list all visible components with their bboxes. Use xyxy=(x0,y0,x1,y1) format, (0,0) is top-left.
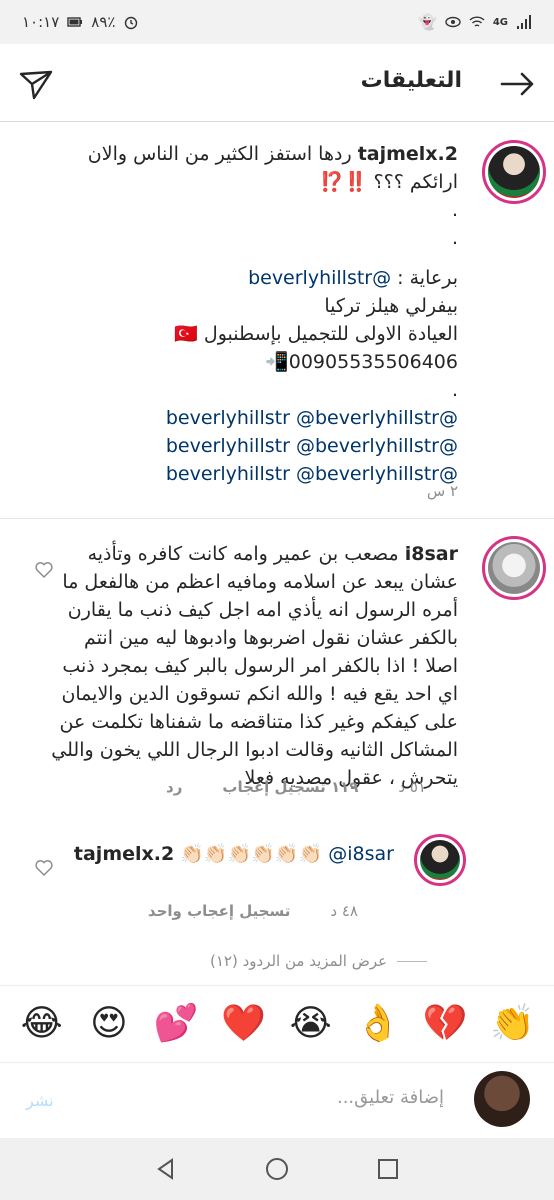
mention-row: @beverlyhillstr @beverlyhillstr xyxy=(18,460,458,488)
eye-icon xyxy=(445,16,461,28)
caption-username[interactable]: tajmelx.2 xyxy=(358,143,458,165)
like-heart-icon[interactable] xyxy=(34,560,54,580)
caption-text-line2: ارائكم ؟؟؟ ‼️⁉️ xyxy=(320,171,458,193)
more-replies-line xyxy=(397,960,428,962)
mention-link[interactable]: @beverlyhillstr xyxy=(296,463,439,485)
sponsor-mention[interactable]: @beverlyhillstr xyxy=(248,267,391,289)
caption-dot: . xyxy=(451,227,458,249)
nav-home-icon[interactable] xyxy=(264,1156,290,1182)
sponsor-line: برعاية : @beverlyhillstr xyxy=(18,264,458,292)
emoji-button-ok-hand[interactable]: 👌 xyxy=(350,1002,406,1044)
comment-input-bar: إضافة تعليق... نشر xyxy=(0,1062,554,1138)
status-bar: ١٠:١٧ ٨٩٪ 👻 4G xyxy=(0,0,554,44)
reply-username[interactable]: tajmelx.2 xyxy=(74,843,174,865)
signal-icon xyxy=(517,15,531,29)
sponsor-label: برعاية : xyxy=(397,267,458,289)
page-title: التعليقات xyxy=(360,68,462,93)
status-left: ١٠:١٧ ٨٩٪ xyxy=(22,13,139,31)
comment-text: i8sar مصعب بن عمير وامه كانت كافره وتأذي… xyxy=(48,540,458,792)
wifi-icon xyxy=(469,16,485,27)
phone-line: 00905535506406📲 xyxy=(265,351,458,373)
post-button[interactable]: نشر xyxy=(26,1091,54,1110)
emoji-quick-bar: 😂 😍 💕 ❤️ 😭 👌 💔 👏 xyxy=(0,985,554,1060)
emoji-button-two-hearts[interactable]: 💕 xyxy=(148,1002,204,1044)
mention-link[interactable]: @beverlyhillstr xyxy=(296,435,439,457)
more-replies-label: عرض المزيد من الردود (١٢) xyxy=(210,952,388,970)
brand-line: بيفرلي هيلز تركيا xyxy=(324,295,458,317)
battery-percent: ٨٩٪ xyxy=(91,13,116,31)
caption-text-line1: ردها استفز الكثير من الناس والان xyxy=(87,143,352,165)
reply-timestamp: ٤٨ د xyxy=(330,902,358,920)
system-nav-bar xyxy=(0,1138,554,1200)
reply-claps: 👏🏻👏🏻👏🏻👏🏻👏🏻👏🏻 xyxy=(180,843,323,865)
caption-meta: ٢ س xyxy=(427,482,458,500)
reply-button[interactable]: رد xyxy=(166,778,182,796)
like-heart-icon[interactable] xyxy=(34,858,54,878)
clinic-line: العيادة الاولى للتجميل بإسطنبول 🇹🇷 xyxy=(174,323,458,345)
reply-text: tajmelx.2 👏🏻👏🏻👏🏻👏🏻👏🏻👏🏻 @i8sar xyxy=(54,840,394,868)
comment-likes[interactable]: ١١٩ تسجيل إعجاب xyxy=(222,778,358,796)
mention-link[interactable]: @beverlyhillstr xyxy=(296,407,439,429)
comment-input[interactable]: إضافة تعليق... xyxy=(337,1087,444,1108)
emoji-button-heart-eyes[interactable]: 😍 xyxy=(81,1003,137,1044)
my-avatar xyxy=(474,1071,530,1127)
alarm-icon xyxy=(125,16,138,30)
nav-recents-icon[interactable] xyxy=(375,1156,401,1182)
comment-timestamp: ٥١ د xyxy=(398,778,426,796)
caption-dot: . xyxy=(451,199,458,221)
emoji-button-broken-heart[interactable]: 💔 xyxy=(417,1002,473,1044)
reply-meta: ٤٨ د تسجيل إعجاب واحد xyxy=(148,902,358,920)
status-right: 👻 4G xyxy=(418,13,532,31)
mention-row: @beverlyhillstr @beverlyhillstr xyxy=(18,404,458,432)
snapchat-icon: 👻 xyxy=(418,13,437,31)
view-more-replies[interactable]: عرض المزيد من الردود (١٢) xyxy=(210,952,428,970)
reply-mention[interactable]: @i8sar xyxy=(328,843,394,865)
battery-icon xyxy=(67,17,83,27)
caption-timestamp: ٢ س xyxy=(426,482,458,500)
caption-avatar[interactable] xyxy=(482,140,546,204)
emoji-button-clapping[interactable]: 👏 xyxy=(484,1002,540,1044)
caption-dot: . xyxy=(451,379,458,401)
direct-send-icon[interactable] xyxy=(16,64,56,104)
emoji-button-crying[interactable]: 😭 xyxy=(283,1003,339,1044)
emoji-button-laughing[interactable]: 😂 xyxy=(14,1003,70,1044)
comment-meta: ٥١ د ١١٩ تسجيل إعجاب رد xyxy=(166,778,426,796)
reply-avatar[interactable] xyxy=(414,834,466,886)
caption-divider xyxy=(0,518,554,519)
mention-row: @beverlyhillstr @beverlyhillstr xyxy=(18,432,458,460)
network-type: 4G xyxy=(492,16,508,28)
emoji-button-red-heart[interactable]: ❤️ xyxy=(215,1002,271,1044)
comment-username[interactable]: i8sar xyxy=(405,543,458,565)
back-arrow-icon[interactable] xyxy=(498,64,538,104)
comment-avatar[interactable] xyxy=(482,536,546,600)
caption-first-line: tajmelx.2 ردها استفز الكثير من الناس وال… xyxy=(18,140,458,168)
comment-body: مصعب بن عمير وامه كانت كافره وتأذيه عشان… xyxy=(51,543,458,789)
clock: ١٠:١٧ xyxy=(22,13,60,31)
comments-header: التعليقات xyxy=(0,44,554,122)
reply-likes[interactable]: تسجيل إعجاب واحد xyxy=(148,902,291,920)
nav-back-icon[interactable] xyxy=(153,1156,179,1182)
caption-text: tajmelx.2 ردها استفز الكثير من الناس وال… xyxy=(18,140,458,488)
